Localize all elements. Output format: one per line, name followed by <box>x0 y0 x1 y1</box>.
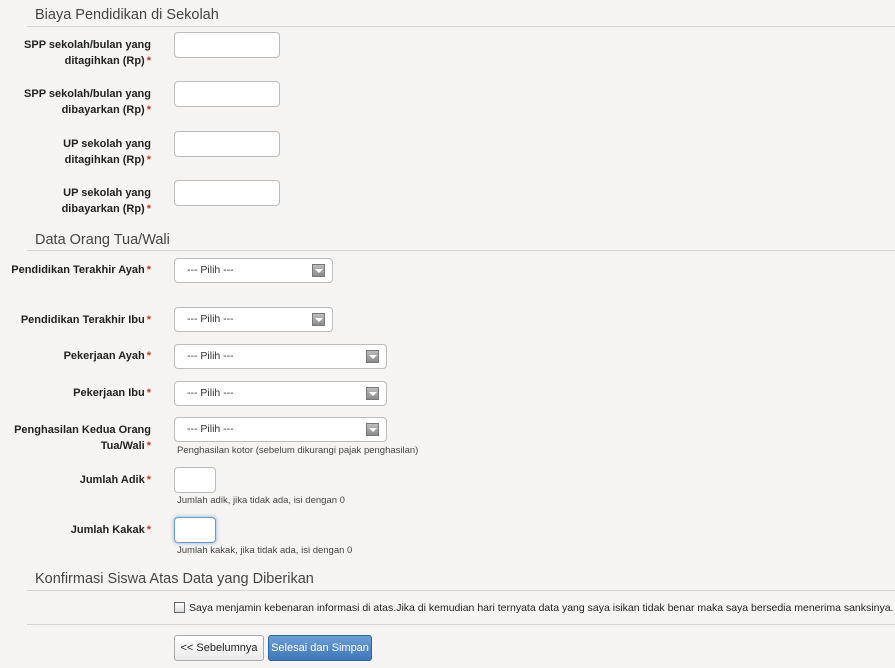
label-text: Jumlah Adik <box>79 474 145 486</box>
chevron-down-icon <box>366 387 379 400</box>
label-text: Pekerjaan Ibu <box>73 387 145 399</box>
label-jumlah-kakak: Jumlah Kakak * <box>11 522 151 538</box>
spp-dibayarkan-input[interactable] <box>174 81 280 107</box>
pekerjaan-ayah-select[interactable]: --- Pilih --- <box>174 344 387 369</box>
chevron-down-icon <box>366 423 379 436</box>
label-text: UP sekolah yang dibayarkan (Rp) <box>61 187 151 215</box>
label-text: Pendidikan Terakhir Ayah <box>11 264 145 276</box>
label-text: SPP sekolah/bulan yang ditagihkan (Rp) <box>24 39 151 67</box>
jumlah-kakak-input[interactable] <box>174 517 216 543</box>
confirm-text: Saya menjamin kebenaran informasi di ata… <box>189 602 894 614</box>
required-mark: * <box>146 154 151 166</box>
chevron-down-icon <box>312 264 325 277</box>
section-title-ortu: Data Orang Tua/Wali <box>35 232 170 248</box>
jumlah-kakak-help: Jumlah kakak, jika tidak ada, isi dengan… <box>177 545 353 556</box>
required-mark: * <box>146 350 151 362</box>
label-spp-ditagihkan: SPP sekolah/bulan yang ditagihkan (Rp) * <box>11 37 151 69</box>
divider <box>27 250 895 251</box>
required-mark: * <box>146 203 151 215</box>
label-text: Pendidikan Terakhir Ibu <box>20 314 145 326</box>
pendidikan-ibu-select[interactable]: --- Pilih --- <box>174 307 333 332</box>
save-button[interactable]: Selesai dan Simpan <box>268 635 372 661</box>
label-text: Jumlah Kakak <box>70 524 145 536</box>
required-mark: * <box>146 387 151 399</box>
section-title-konfirmasi: Konfirmasi Siswa Atas Data yang Diberika… <box>35 571 314 587</box>
divider <box>27 26 895 27</box>
label-up-dibayarkan: UP sekolah yang dibayarkan (Rp) * <box>11 185 151 217</box>
section-title-biaya: Biaya Pendidikan di Sekolah <box>35 7 219 23</box>
form-page: Biaya Pendidikan di Sekolah SPP sekolah/… <box>0 0 895 668</box>
required-mark: * <box>146 264 151 276</box>
jumlah-adik-input[interactable] <box>174 467 216 493</box>
up-dibayarkan-input[interactable] <box>174 180 280 206</box>
label-pekerjaan-ayah: Pekerjaan Ayah * <box>11 348 151 364</box>
pendidikan-ayah-select[interactable]: --- Pilih --- <box>174 258 333 283</box>
required-mark: * <box>146 55 151 67</box>
label-text: SPP sekolah/bulan yang dibayarkan (Rp) <box>24 88 151 116</box>
previous-button[interactable]: << Sebelumnya <box>174 635 264 661</box>
required-mark: * <box>146 524 151 536</box>
label-penghasilan: Penghasilan Kedua Orang Tua/Wali * <box>11 422 151 454</box>
pekerjaan-ibu-select[interactable]: --- Pilih --- <box>174 381 387 406</box>
label-pendidikan-ibu: Pendidikan Terakhir Ibu * <box>11 312 151 328</box>
label-pekerjaan-ibu: Pekerjaan Ibu * <box>11 385 151 401</box>
label-jumlah-adik: Jumlah Adik * <box>11 472 151 488</box>
label-pendidikan-ayah: Pendidikan Terakhir Ayah * <box>11 262 151 278</box>
label-text: Pekerjaan Ayah <box>63 350 145 362</box>
select-value: --- Pilih --- <box>187 313 234 325</box>
label-up-ditagihkan: UP sekolah yang ditagihkan (Rp) * <box>11 136 151 168</box>
divider <box>27 624 895 625</box>
required-mark: * <box>146 104 151 116</box>
confirm-checkbox[interactable] <box>174 602 185 613</box>
chevron-down-icon <box>366 350 379 363</box>
chevron-down-icon <box>312 313 325 326</box>
label-text: Penghasilan Kedua Orang Tua/Wali <box>14 424 151 452</box>
jumlah-adik-help: Jumlah adik, jika tidak ada, isi dengan … <box>177 495 345 506</box>
required-mark: * <box>146 314 151 326</box>
up-ditagihkan-input[interactable] <box>174 131 280 157</box>
required-mark: * <box>146 474 151 486</box>
penghasilan-help: Penghasilan kotor (sebelum dikurangi paj… <box>177 445 419 456</box>
spp-ditagihkan-input[interactable] <box>174 32 280 58</box>
select-value: --- Pilih --- <box>187 264 234 276</box>
divider <box>27 590 895 591</box>
penghasilan-select[interactable]: --- Pilih --- <box>174 417 387 442</box>
select-value: --- Pilih --- <box>187 387 234 399</box>
label-spp-dibayarkan: SPP sekolah/bulan yang dibayarkan (Rp) * <box>11 86 151 118</box>
label-text: UP sekolah yang ditagihkan (Rp) <box>63 138 151 166</box>
select-value: --- Pilih --- <box>187 423 234 435</box>
select-value: --- Pilih --- <box>187 350 234 362</box>
required-mark: * <box>146 440 151 452</box>
